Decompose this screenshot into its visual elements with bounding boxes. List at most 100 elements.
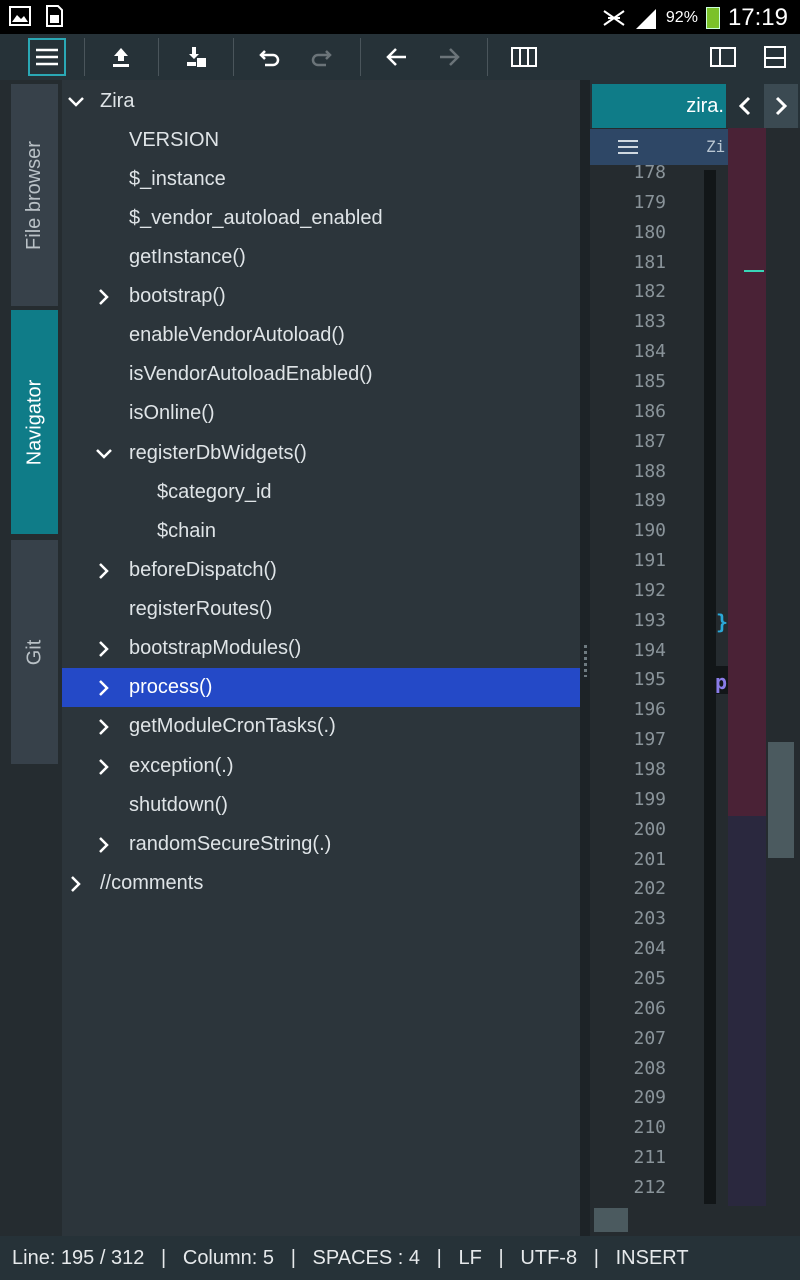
line-number: 208 <box>633 1057 666 1079</box>
upload-button[interactable] <box>98 34 144 80</box>
line-number: 192 <box>633 579 666 601</box>
chevron-right-icon[interactable] <box>94 561 114 581</box>
tree-label: getInstance() <box>129 246 246 268</box>
tree-item-get-module-cron-tasks[interactable]: getModuleCronTasks(.) <box>62 707 580 746</box>
list-menu-icon[interactable] <box>618 138 638 156</box>
line-number: 194 <box>633 639 666 661</box>
forward-icon <box>440 48 460 66</box>
tab-file-browser[interactable]: File browser <box>11 84 58 306</box>
tree-item-before-dispatch[interactable]: beforeDispatch() <box>62 551 580 590</box>
tree-label: bootstrap() <box>129 285 226 307</box>
sim-icon <box>46 5 63 27</box>
tab-git[interactable]: Git <box>11 540 58 764</box>
horizontal-scrollbar-thumb[interactable] <box>594 1208 628 1232</box>
side-tabs: File browser Navigator Git <box>0 80 62 1236</box>
tree-label: $_instance <box>129 168 226 190</box>
tree-item-comments[interactable]: //comments <box>62 864 580 903</box>
tree-item-shutdown[interactable]: shutdown() <box>62 786 580 825</box>
tree-item-isonline[interactable]: isOnline() <box>62 394 580 433</box>
back-button[interactable] <box>374 34 420 80</box>
tree-item-category-id[interactable]: $category_id <box>62 473 580 512</box>
line-number: 185 <box>633 370 666 392</box>
chevron-right-icon[interactable] <box>94 639 114 659</box>
forward-button[interactable] <box>426 34 472 80</box>
line-number-gutter: 178 179 180 181 182 183 184 185 186 187 188 189 190 1… <box>590 162 694 1206</box>
toolbar-divider <box>360 38 361 76</box>
vertical-scrollbar[interactable] <box>766 128 800 1206</box>
undo-button[interactable] <box>247 34 293 80</box>
line-number: 207 <box>633 1027 666 1049</box>
tree-item-enable-vendor-autoload[interactable]: enableVendorAutoload() <box>62 316 580 355</box>
tree-item-exception[interactable]: exception(.) <box>62 747 580 786</box>
save-as-button[interactable] <box>173 34 219 80</box>
chevron-right-icon[interactable] <box>94 287 114 307</box>
line-number: 183 <box>633 311 666 333</box>
tree-item-version[interactable]: VERSION <box>62 121 580 160</box>
back-icon <box>386 48 406 66</box>
line-number: 209 <box>633 1087 666 1109</box>
tree-label: process() <box>129 676 213 698</box>
sidebar-toggle-button[interactable] <box>700 34 746 80</box>
tree-root-zira[interactable]: Zira <box>62 82 580 121</box>
line-number: 210 <box>633 1117 666 1139</box>
chevron-right-icon[interactable] <box>94 757 114 777</box>
editor-tab-file[interactable]: zira. <box>592 84 726 128</box>
menu-button[interactable] <box>28 38 66 76</box>
chevron-down-icon[interactable] <box>66 92 86 112</box>
chevron-right-icon[interactable] <box>66 874 86 894</box>
line-number: 205 <box>633 967 666 989</box>
line-number: 180 <box>633 221 666 243</box>
line-number: 182 <box>633 281 666 303</box>
tree-item-bootstrap[interactable]: bootstrap() <box>62 277 580 316</box>
tree-item-getinstance[interactable]: getInstance() <box>62 238 580 277</box>
tree-label: isVendorAutoloadEnabled() <box>129 363 373 385</box>
clock: 17:19 <box>727 4 788 31</box>
tab-next-button[interactable] <box>764 84 798 128</box>
tab-file-browser-label: File browser <box>23 140 46 250</box>
tab-navigator[interactable]: Navigator <box>11 310 58 534</box>
toolbar-divider <box>233 38 234 76</box>
chevron-right-icon[interactable] <box>94 835 114 855</box>
line-number: 196 <box>633 699 666 721</box>
code-keyword-char: p <box>715 670 728 694</box>
vertical-scrollbar-thumb[interactable] <box>768 742 794 858</box>
sidebar-toggle-icon <box>710 47 736 67</box>
breadcrumb-text: Zi <box>706 137 726 156</box>
chevron-right-icon[interactable] <box>94 678 114 698</box>
tree-label: $chain <box>157 520 216 542</box>
redo-button[interactable] <box>298 34 344 80</box>
tree-item-process[interactable]: process() <box>62 668 580 707</box>
splitter-grip-handle[interactable] <box>584 645 587 677</box>
line-number: 187 <box>633 430 666 452</box>
tree-label: beforeDispatch() <box>129 559 277 581</box>
status-bar: 92% 17:19 <box>0 0 800 34</box>
line-number: 179 <box>633 191 666 213</box>
silent-icon <box>603 10 625 26</box>
tree-item-bootstrap-modules[interactable]: bootstrapModules() <box>62 629 580 668</box>
tree-label: randomSecureString(.) <box>129 833 332 855</box>
tree-label: exception(.) <box>129 755 234 777</box>
tree-item-register-routes[interactable]: registerRoutes() <box>62 590 580 629</box>
line-number: 193 <box>633 609 666 631</box>
save-as-icon <box>187 47 206 67</box>
code-highlight-region <box>728 128 766 816</box>
line-number: 197 <box>633 729 666 751</box>
tab-prev-button[interactable] <box>728 84 762 128</box>
tree-label: enableVendorAutoload() <box>129 324 345 346</box>
tree-item-random-secure-string[interactable]: randomSecureString(.) <box>62 825 580 864</box>
tree-item-instance[interactable]: $_instance <box>62 160 580 199</box>
tree-label: $_vendor_autoload_enabled <box>129 207 383 229</box>
tree-item-vendor-autoload-enabled[interactable]: $_vendor_autoload_enabled <box>62 199 580 238</box>
tree-item-is-vendor-autoload-enabled[interactable]: isVendorAutoloadEnabled() <box>62 355 580 394</box>
tree-item-chain[interactable]: $chain <box>62 512 580 551</box>
tree-item-register-db-widgets[interactable]: registerDbWidgets() <box>62 434 580 473</box>
split-view-button[interactable] <box>752 34 798 80</box>
navigator-tree: Zira VERSION $_instance $_vendor_autoloa… <box>62 80 580 1236</box>
chevron-down-icon[interactable] <box>94 444 114 464</box>
line-number: 204 <box>633 938 666 960</box>
chevron-right-icon[interactable] <box>94 717 114 737</box>
columns-button[interactable] <box>501 34 547 80</box>
toolbar-divider <box>487 38 488 76</box>
line-number: 200 <box>633 818 666 840</box>
upload-icon <box>113 48 129 67</box>
